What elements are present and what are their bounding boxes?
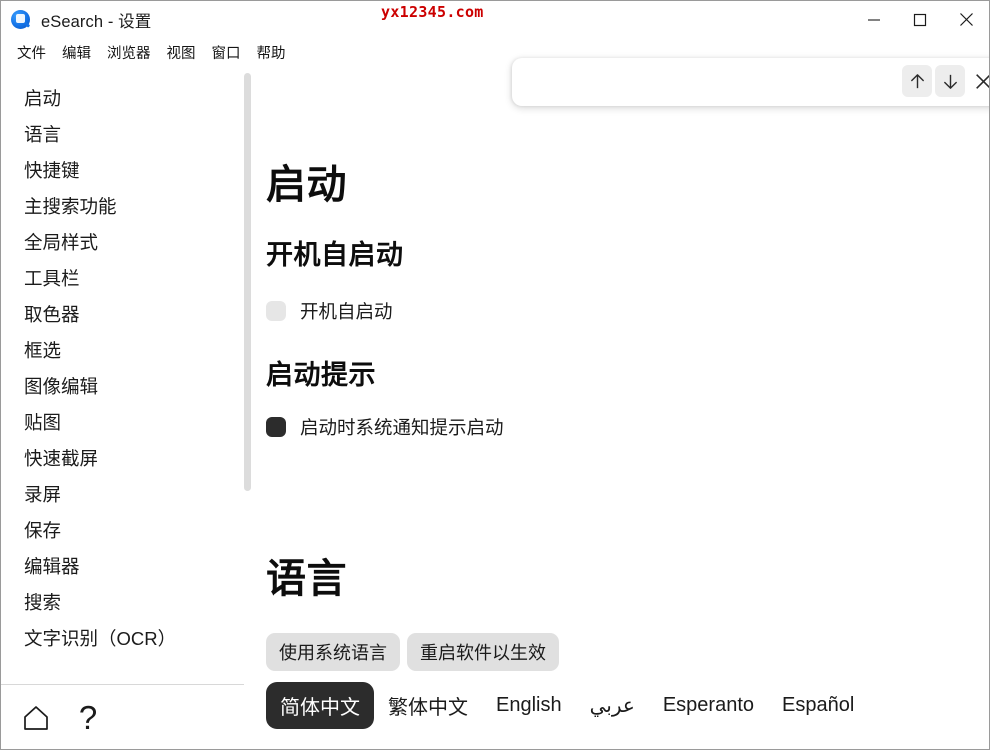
- menu-item-browser[interactable]: 浏览器: [99, 40, 159, 65]
- sidebar-item-ocr[interactable]: 文字识别（OCR）: [2, 621, 244, 657]
- sidebar-item-main-search[interactable]: 主搜索功能: [2, 189, 244, 225]
- maximize-icon: [913, 13, 927, 26]
- find-previous-button[interactable]: [902, 65, 932, 97]
- autostart-checkbox[interactable]: [266, 301, 286, 321]
- title-bar: eSearch - 设置: [1, 1, 989, 38]
- find-bar: [512, 58, 989, 106]
- autostart-checkbox-row[interactable]: 开机自启动: [266, 298, 393, 324]
- sidebar-item-global-style[interactable]: 全局样式: [2, 225, 244, 261]
- startup-notice-checkbox-row[interactable]: 启动时系统通知提示启动: [266, 414, 504, 440]
- menu-item-window[interactable]: 窗口: [204, 40, 249, 65]
- sidebar-item-editor[interactable]: 编辑器: [2, 549, 244, 585]
- settings-sidebar: 启动 语言 快捷键 主搜索功能 全局样式 工具栏 取色器 框选 图像编辑 贴图 …: [2, 67, 244, 684]
- arrow-up-icon: [910, 73, 924, 88]
- watermark-text: yx12345.com: [381, 3, 484, 21]
- arrow-down-icon: [943, 74, 957, 89]
- home-button[interactable]: [19, 701, 53, 735]
- language-option-simplified-chinese[interactable]: 简体中文: [266, 682, 374, 729]
- settings-content: 启动 开机自启动 开机自启动 启动提示 启动时系统通知提示启动 语言 使用系统语…: [253, 67, 989, 749]
- use-system-language-button[interactable]: 使用系统语言: [266, 633, 400, 671]
- find-next-button[interactable]: [935, 65, 965, 97]
- home-icon: [24, 705, 48, 730]
- esearch-logo-icon: [10, 9, 32, 31]
- close-icon: [959, 13, 973, 26]
- sidebar-item-save[interactable]: 保存: [2, 513, 244, 549]
- sidebar-item-startup[interactable]: 启动: [2, 81, 244, 117]
- help-button[interactable]: ?: [71, 701, 105, 735]
- find-close-button[interactable]: [968, 65, 989, 97]
- menu-item-file[interactable]: 文件: [9, 40, 54, 65]
- language-action-buttons: 使用系统语言 重启软件以生效: [266, 633, 559, 671]
- sidebar-item-toolbar[interactable]: 工具栏: [2, 261, 244, 297]
- maximize-button[interactable]: [897, 1, 943, 38]
- question-mark-icon: ?: [78, 699, 98, 736]
- close-button[interactable]: [943, 1, 989, 38]
- menu-item-help[interactable]: 帮助: [249, 40, 294, 65]
- startup-notice-checkbox-label: 启动时系统通知提示启动: [300, 417, 504, 438]
- sidebar-item-search[interactable]: 搜索: [2, 585, 244, 621]
- language-option-english[interactable]: English: [482, 685, 576, 726]
- sidebar-item-language[interactable]: 语言: [2, 117, 244, 153]
- sidebar-item-quick-screenshot[interactable]: 快速截屏: [2, 441, 244, 477]
- page-title-startup: 启动: [266, 163, 347, 207]
- sidebar-item-color-picker[interactable]: 取色器: [2, 297, 244, 333]
- sidebar-footer: ?: [1, 684, 244, 749]
- sidebar-item-shortcuts[interactable]: 快捷键: [2, 153, 244, 189]
- sidebar-item-box-select[interactable]: 框选: [2, 333, 244, 369]
- sidebar-item-image-edit[interactable]: 图像编辑: [2, 369, 244, 405]
- language-option-esperanto[interactable]: Esperanto: [649, 685, 768, 726]
- minimize-icon: [868, 18, 880, 21]
- sidebar-item-screen-record[interactable]: 录屏: [2, 477, 244, 513]
- section-title-startup-notice: 启动提示: [266, 360, 376, 390]
- minimize-button[interactable]: [851, 1, 897, 38]
- language-options-list: 简体中文 繁体中文 English عربي Esperanto Español: [266, 682, 868, 729]
- window-title: eSearch - 设置: [41, 12, 152, 31]
- section-title-autostart: 开机自启动: [266, 240, 404, 270]
- sidebar-nav-list: 启动 语言 快捷键 主搜索功能 全局样式 工具栏 取色器 框选 图像编辑 贴图 …: [2, 81, 244, 657]
- window-controls: [851, 1, 989, 38]
- menu-item-view[interactable]: 视图: [159, 40, 204, 65]
- language-option-traditional-chinese[interactable]: 繁体中文: [374, 682, 482, 729]
- restart-to-apply-button[interactable]: 重启软件以生效: [407, 633, 559, 671]
- startup-notice-checkbox[interactable]: [266, 417, 286, 437]
- language-option-arabic[interactable]: عربي: [576, 684, 649, 727]
- app-window: eSearch - 设置 yx12345.com 文件 编辑 浏览器 视图 窗口…: [0, 0, 990, 750]
- sidebar-item-sticker[interactable]: 贴图: [2, 405, 244, 441]
- language-option-spanish[interactable]: Español: [768, 685, 868, 726]
- menu-item-edit[interactable]: 编辑: [54, 40, 99, 65]
- autostart-checkbox-label: 开机自启动: [300, 301, 393, 322]
- sidebar-scrollbar[interactable]: [244, 73, 251, 491]
- close-icon: [975, 73, 989, 89]
- find-bar-actions: [902, 65, 989, 97]
- page-title-language: 语言: [266, 557, 347, 601]
